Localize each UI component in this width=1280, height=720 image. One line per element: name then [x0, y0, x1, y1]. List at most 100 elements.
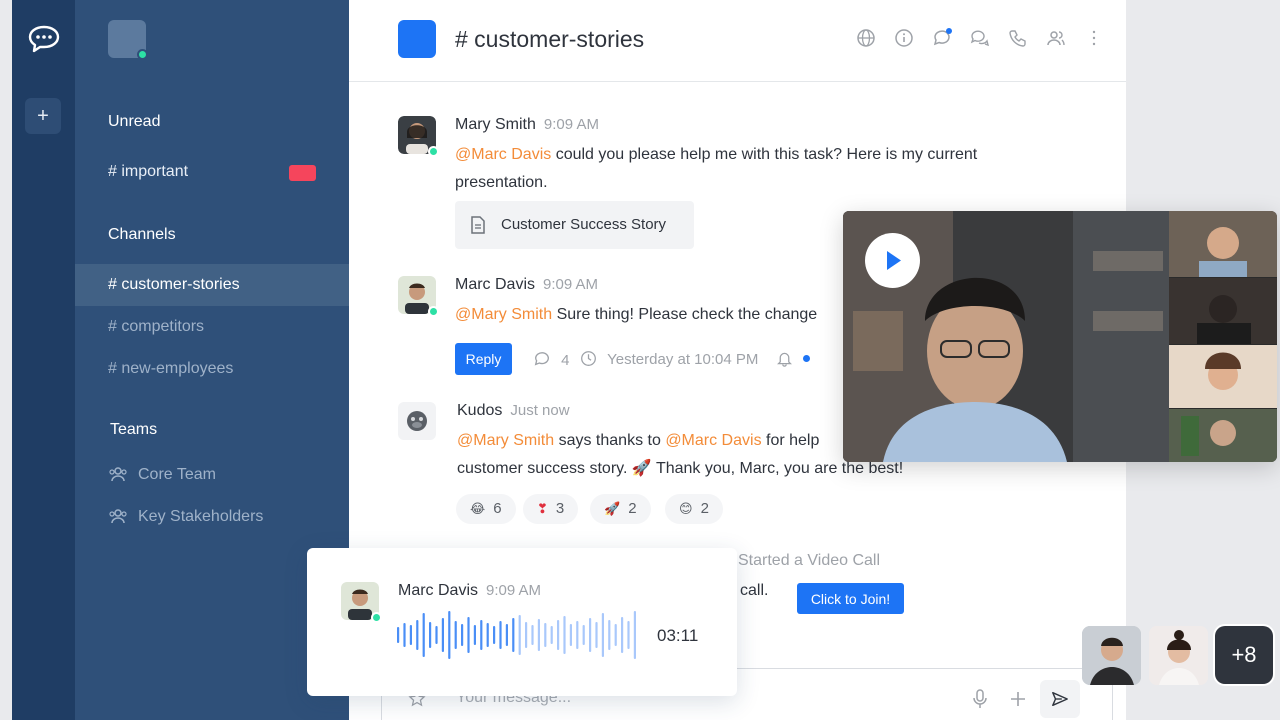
message-author[interactable]: Marc Davis 9:09 AM [455, 276, 598, 294]
info-icon[interactable] [894, 28, 914, 50]
video-call-panel[interactable] [843, 211, 1277, 462]
threads-icon[interactable] [932, 28, 952, 50]
phone-icon[interactable] [1008, 28, 1028, 50]
room-header: # customer-stories [349, 0, 1126, 82]
waveform-bar [576, 621, 579, 649]
waveform-bar [409, 625, 412, 645]
waveform-bar [429, 622, 432, 648]
mention-link[interactable]: @Marc Davis [665, 432, 761, 449]
waveform-bar [422, 613, 425, 657]
message-time: Just now [510, 402, 570, 419]
file-attachment[interactable]: Customer Success Story [455, 201, 694, 249]
mention-link[interactable]: @Mary Smith [457, 432, 554, 449]
audio-waveform[interactable] [397, 610, 639, 660]
send-button[interactable] [1040, 680, 1080, 718]
sidebar-item-label: Key Stakeholders [138, 508, 264, 525]
waveform-bar [499, 621, 502, 649]
video-call-text: call. [740, 582, 769, 599]
room-avatar [398, 20, 436, 58]
reaction-chip[interactable]: 😂 6 [456, 494, 516, 524]
play-button[interactable] [865, 233, 920, 288]
plus-icon: + [37, 105, 49, 127]
message-author[interactable]: Marc Davis 9:09 AM [398, 582, 541, 600]
user-avatar[interactable] [108, 20, 148, 60]
more-participants-button[interactable]: +8 [1215, 626, 1273, 684]
message-author[interactable]: Mary Smith 9:09 AM [455, 116, 599, 134]
plus-icon[interactable] [1009, 690, 1027, 708]
waveform-bar [608, 620, 611, 650]
unread-dot [803, 355, 811, 362]
waveform-bar [557, 620, 560, 650]
avatar[interactable] [398, 116, 439, 157]
reaction-chip[interactable]: ❣ 3 [523, 494, 579, 524]
rocket-chat-logo-icon[interactable] [28, 24, 60, 54]
waveform-bar [467, 617, 470, 653]
sidebar-item-customer-stories[interactable]: # customer-stories [75, 264, 349, 306]
reaction-chip[interactable]: 🚀 2 [590, 494, 651, 524]
online-status-dot [371, 612, 382, 623]
waveform-bar [569, 624, 572, 646]
channels-heading: Channels [108, 226, 176, 243]
mention-link[interactable]: @Marc Davis [455, 146, 551, 163]
waveform-bar [518, 615, 521, 655]
participant-avatar[interactable] [1082, 626, 1141, 685]
waveform-bar [525, 622, 528, 648]
message-time: 9:09 AM [543, 116, 599, 133]
participant-photo [1149, 626, 1208, 685]
mention-link[interactable]: @Mary Smith [455, 306, 552, 323]
avatar[interactable] [398, 402, 436, 440]
sidebar-item-label: # new-employees [108, 360, 234, 377]
video-call-started-text: Started a Video Call [738, 552, 881, 569]
sidebar-item-competitors[interactable]: # competitors [75, 306, 349, 348]
join-call-button[interactable]: Click to Join! [797, 583, 904, 614]
discussion-icon[interactable] [970, 28, 990, 50]
avatar[interactable] [341, 582, 382, 623]
sidebar-item-label: Core Team [138, 466, 216, 483]
waveform-bar [614, 624, 617, 646]
waveform-bar [441, 618, 444, 652]
waveform-bar [595, 622, 598, 648]
waveform-bar [480, 620, 483, 650]
follow-thread[interactable] [776, 350, 811, 368]
message-time: 9:09 AM [543, 276, 599, 293]
waveform-bar [486, 623, 489, 647]
participant-photo [1082, 626, 1141, 685]
waveform-bar [531, 625, 534, 645]
clock-icon [581, 351, 596, 366]
heart-exclamation-emoji-icon: ❣ [537, 501, 548, 516]
waveform-bar [633, 611, 636, 659]
kudos-bot-avatar-image [398, 402, 436, 440]
waveform-bar [493, 626, 496, 644]
file-icon [471, 216, 485, 234]
kebab-icon[interactable] [1084, 28, 1104, 50]
waveform-bar [435, 626, 438, 644]
online-status-dot [137, 49, 148, 60]
waveform-bar [505, 624, 508, 646]
sidebar-item-label: # important [108, 163, 189, 180]
thread-bubble-icon [534, 352, 549, 366]
participant-avatar[interactable] [1149, 626, 1208, 685]
sidebar-item-core-team[interactable]: Core Team [75, 454, 349, 496]
workspace-rail: + [12, 0, 75, 720]
avatar[interactable] [398, 276, 439, 317]
unread-badge [289, 165, 316, 181]
sidebar-item-important[interactable]: # important [75, 151, 349, 193]
voice-message-card: Marc Davis 9:09 AM 03:11 [307, 548, 737, 696]
sidebar-item-key-stakeholders[interactable]: Key Stakeholders [75, 496, 349, 538]
waveform-bar [416, 620, 419, 650]
globe-icon[interactable] [856, 28, 876, 50]
room-title: # customer-stories [455, 26, 645, 52]
last-reply-time: Yesterday at 10:04 PM [580, 350, 758, 368]
message-body: @Marc Davis could you please help me wit… [455, 146, 978, 191]
message-time: 9:09 AM [486, 582, 542, 599]
message-author[interactable]: Kudos Just now [457, 402, 570, 420]
thread-count[interactable]: 4 [533, 350, 570, 369]
waveform-bar [621, 617, 624, 653]
members-icon[interactable] [1046, 28, 1066, 50]
sidebar-item-new-employees[interactable]: # new-employees [75, 348, 349, 390]
add-workspace-button[interactable]: + [25, 98, 61, 134]
reaction-chip[interactable]: 😊 2 [665, 494, 723, 524]
microphone-icon[interactable] [972, 689, 988, 709]
waveform-bar [589, 618, 592, 652]
reply-button[interactable]: Reply [455, 343, 512, 375]
